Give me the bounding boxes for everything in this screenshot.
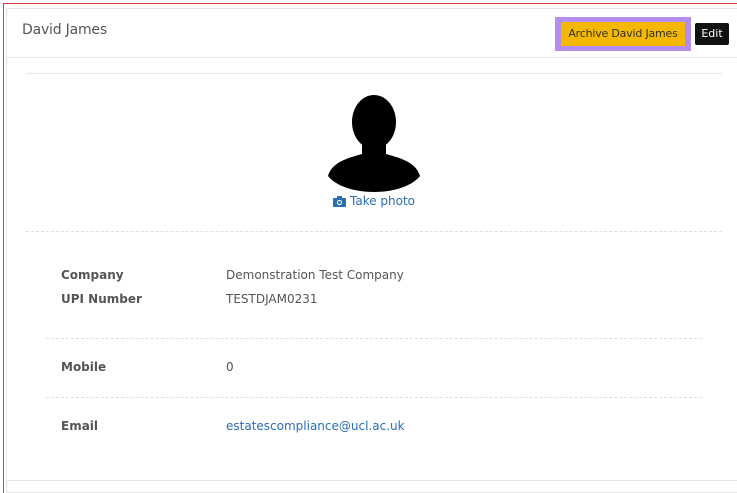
- user-silhouette-icon: [326, 92, 422, 192]
- panel-header: David James Archive David James Edit: [6, 8, 737, 58]
- email-link[interactable]: estatescompliance@ucl.ac.uk: [226, 419, 405, 433]
- panel-bottom-border: [6, 480, 737, 481]
- mobile-label: Mobile: [61, 360, 107, 374]
- archive-button[interactable]: Archive David James: [561, 22, 685, 46]
- archive-highlight: Archive David James: [555, 17, 691, 51]
- divider: [26, 73, 722, 74]
- edit-button[interactable]: Edit: [695, 23, 729, 45]
- company-value: Demonstration Test Company: [226, 268, 404, 282]
- page-title: David James: [22, 22, 107, 38]
- take-photo-label: Take photo: [350, 194, 416, 208]
- upi-number-value: TESTDJAM0231: [226, 292, 318, 306]
- upi-number-label: UPI Number: [61, 292, 142, 306]
- company-label: Company: [61, 268, 124, 282]
- divider: [26, 231, 722, 232]
- divider: [46, 338, 702, 339]
- mobile-value: 0: [226, 360, 234, 374]
- camera-icon: [333, 195, 346, 207]
- take-photo-link[interactable]: Take photo: [333, 194, 415, 208]
- email-label: Email: [61, 419, 99, 433]
- divider: [46, 397, 702, 398]
